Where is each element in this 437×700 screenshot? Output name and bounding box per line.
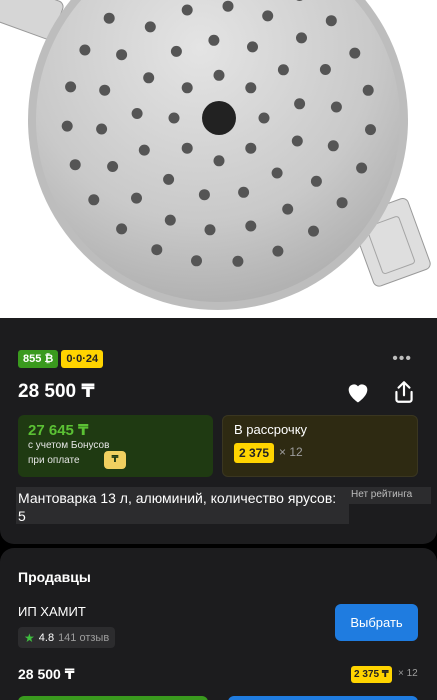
tray-hole: [365, 124, 376, 136]
seller-rating[interactable]: ★ 4.8 141 отзыв: [18, 627, 116, 648]
steamer-tray-image: [0, 0, 431, 310]
product-title: Мантоварка 13 л, алюминий, количество яр…: [16, 487, 349, 524]
tray-hole: [181, 142, 193, 154]
tray-hole: [238, 186, 250, 198]
choose-seller-button[interactable]: Выбрать: [335, 604, 418, 641]
tray-hole: [245, 82, 257, 94]
tray-hole: [144, 21, 156, 33]
seller-price: 28 500 ₸: [18, 666, 75, 682]
tray-hole: [143, 72, 155, 84]
bonus-badge: 855 ₿: [18, 350, 59, 368]
share-icon[interactable]: [391, 378, 417, 406]
tray-hole: [163, 173, 175, 185]
tray-hole: [245, 142, 257, 154]
product-price: 28 500 ₸: [18, 381, 95, 402]
tray-hole: [116, 223, 128, 235]
tray-hole: [208, 34, 220, 46]
tray-hole: [336, 197, 348, 209]
tray-hole: [88, 194, 100, 206]
tray-hole: [164, 214, 176, 226]
tray-hole: [362, 84, 374, 96]
buy-button[interactable]: [228, 696, 418, 700]
tray-hole: [69, 159, 81, 171]
tray-hole: [191, 255, 202, 267]
tray-hole: [258, 112, 270, 124]
installment-label: В рассрочку: [234, 422, 308, 437]
tray-hole: [310, 175, 322, 187]
tray-hole: [213, 155, 225, 167]
tray-hole: [65, 81, 77, 93]
tray-hole: [222, 0, 234, 12]
tray-hole: [277, 64, 289, 76]
tray-hole: [271, 167, 283, 179]
tray-hole: [61, 120, 73, 132]
star-icon: ★: [24, 630, 35, 645]
tray-hole: [131, 192, 142, 204]
tray-hole: [181, 82, 193, 94]
tray-hole: [170, 45, 182, 57]
tray-hole: [356, 162, 368, 174]
tray-hole: [272, 245, 284, 257]
tray-hole: [79, 44, 91, 56]
bonus-price-box[interactable]: 27 645 ₸ с учетом Бонусов при оплате ₸: [18, 415, 213, 477]
seller-installment-amount: 2 375 ₸: [351, 666, 392, 683]
seller-installment-times: × 12: [398, 668, 418, 679]
add-to-cart-button[interactable]: [18, 696, 208, 700]
tray-hole: [262, 10, 274, 22]
tray-hole: [204, 224, 216, 236]
tray-hole: [138, 144, 150, 156]
tray-hole: [232, 255, 244, 267]
tray-hole: [168, 112, 180, 124]
product-image[interactable]: [0, 0, 437, 318]
tray-hole: [325, 15, 337, 27]
tray-hole: [181, 4, 193, 16]
tray-hole: [319, 64, 331, 75]
tray-hole: [116, 49, 128, 61]
tray-hole: [198, 189, 210, 201]
tray-hole: [151, 244, 163, 256]
installment-box[interactable]: В рассрочку 2 375 × 12: [222, 415, 418, 477]
bonus-price: 27 645 ₸: [28, 422, 89, 439]
tray-hole: [245, 220, 257, 232]
seller-name[interactable]: ИП ХАМИТ: [18, 604, 86, 619]
more-horizontal-icon[interactable]: •••: [392, 350, 412, 368]
payment-card-icon: ₸: [104, 451, 126, 469]
tray-hole: [213, 69, 225, 81]
installment-amount: 2 375: [234, 443, 275, 463]
tray-hole: [282, 203, 294, 215]
tray-hole: [294, 98, 306, 110]
seller-reviews: 141 отзыв: [58, 631, 110, 644]
tray-hole: [349, 47, 361, 59]
tray-hole: [107, 161, 119, 172]
promo-badges: 855 ₿ 0·0·24: [18, 350, 104, 368]
seller-rating-value: 4.8: [38, 631, 55, 644]
tray-hole: [291, 135, 303, 147]
product-card: 855 ₿ 0·0·24 ••• 28 500 ₸ 27 645 ₸ с уче…: [0, 318, 437, 544]
bonus-note: с учетом Бонусов: [28, 440, 110, 451]
tray-hole: [103, 12, 115, 24]
installment-badge: 0·0·24: [61, 350, 104, 368]
tray-hole: [247, 41, 258, 53]
tray-hole: [131, 108, 143, 119]
rating-status[interactable]: Нет рейтинга: [349, 487, 431, 504]
tray-hole: [99, 84, 111, 96]
tray-hole: [330, 101, 342, 113]
tray-hole: [308, 225, 319, 237]
installment-times: × 12: [279, 445, 303, 459]
sellers-heading: Продавцы: [18, 569, 91, 585]
tray-hole: [96, 123, 108, 135]
bonus-note-payment: при оплате: [28, 455, 80, 466]
heart-icon[interactable]: [344, 378, 372, 406]
tray-hole: [327, 140, 339, 152]
tray-hole: [296, 32, 307, 44]
sellers-card: Продавцы ИП ХАМИТ ★ 4.8 141 отзыв Выбрат…: [0, 548, 437, 700]
